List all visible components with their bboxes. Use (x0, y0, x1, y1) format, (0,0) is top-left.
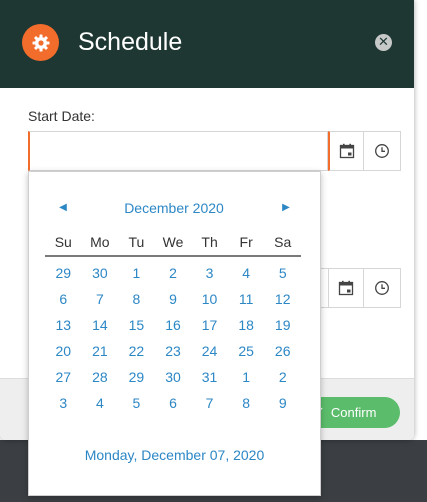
calendar-day[interactable]: 18 (228, 312, 265, 338)
calendar-day[interactable]: 10 (191, 286, 228, 312)
calendar-day[interactable]: 12 (264, 286, 301, 312)
date-picker-popup: ◀ December 2020 ▶ Su Mo Tu We Th Fr Sa 2… (28, 171, 321, 496)
calendar-day[interactable]: 23 (155, 338, 192, 364)
calendar-day[interactable]: 11 (228, 286, 265, 312)
calendar-day[interactable]: 9 (264, 390, 301, 416)
calendar-day[interactable]: 31 (191, 364, 228, 390)
confirm-label: Confirm (330, 405, 377, 420)
calendar-icon[interactable] (328, 131, 364, 171)
calendar-day[interactable]: 5 (118, 390, 155, 416)
calendar-day[interactable]: 2 (155, 260, 192, 286)
dialog-header: Schedule ✕ (0, 0, 414, 88)
calendar-day[interactable]: 24 (191, 338, 228, 364)
calendar-day[interactable]: 28 (82, 364, 119, 390)
gear-icon (22, 24, 59, 61)
calendar-day[interactable]: 4 (82, 390, 119, 416)
calendar-day[interactable]: 3 (45, 390, 82, 416)
close-icon[interactable]: ✕ (375, 34, 392, 51)
calendar-day[interactable]: 7 (82, 286, 119, 312)
calendar-day[interactable]: 19 (264, 312, 301, 338)
calendar-day[interactable]: 29 (45, 260, 82, 286)
calendar-day[interactable]: 30 (82, 260, 119, 286)
calendar-day[interactable]: 22 (118, 338, 155, 364)
month-title[interactable]: December 2020 (89, 200, 259, 216)
calendar-day[interactable]: 6 (45, 286, 82, 312)
calendar-day[interactable]: 2 (264, 364, 301, 390)
calendar-day[interactable]: 5 (264, 260, 301, 286)
weekday-label: Fr (239, 234, 253, 250)
calendar-day[interactable]: 13 (45, 312, 82, 338)
calendar-day[interactable]: 25 (228, 338, 265, 364)
calendar-day[interactable]: 14 (82, 312, 119, 338)
calendar-day[interactable]: 3 (191, 260, 228, 286)
weekday-label: Su (54, 234, 72, 250)
clock-icon[interactable] (364, 131, 401, 171)
calendar-day[interactable]: 8 (118, 286, 155, 312)
calendar-day[interactable]: 21 (82, 338, 119, 364)
calendar-day[interactable]: 27 (45, 364, 82, 390)
calendar-day[interactable]: 8 (228, 390, 265, 416)
calendar-day[interactable]: 30 (155, 364, 192, 390)
start-date-label: Start Date: (28, 108, 95, 124)
calendar-day[interactable]: 26 (264, 338, 301, 364)
day-grid: 29 30 1 2 3 4 5 6 7 8 9 10 11 12 13 14 15 16 17 18 19 20 21 22 2… (45, 260, 301, 416)
weekday-label: Sa (274, 234, 292, 250)
weekday-label: Mo (90, 234, 110, 250)
calendar-day[interactable]: 9 (155, 286, 192, 312)
calendar-day[interactable]: 20 (45, 338, 82, 364)
start-date-input[interactable] (28, 131, 328, 171)
weekday-header: Su Mo Tu We Th Fr Sa (45, 233, 301, 257)
prev-month-icon[interactable]: ◀ (57, 202, 69, 214)
calendar-day[interactable]: 1 (228, 364, 265, 390)
calendar-day[interactable]: 16 (155, 312, 192, 338)
calendar-icon[interactable] (328, 268, 364, 308)
clock-icon[interactable] (364, 268, 401, 308)
calendar-day[interactable]: 7 (191, 390, 228, 416)
calendar-day[interactable]: 29 (118, 364, 155, 390)
weekday-label: Th (201, 234, 218, 250)
calendar-day[interactable]: 17 (191, 312, 228, 338)
weekday-label: We (162, 234, 184, 250)
weekday-label: Tu (128, 234, 145, 250)
today-link[interactable]: Monday, December 07, 2020 (29, 447, 320, 463)
calendar-day[interactable]: 1 (118, 260, 155, 286)
next-month-icon[interactable]: ▶ (280, 202, 292, 214)
calendar-day[interactable]: 4 (228, 260, 265, 286)
dialog-title: Schedule (78, 28, 183, 56)
calendar-day[interactable]: 6 (155, 390, 192, 416)
calendar-day[interactable]: 15 (118, 312, 155, 338)
